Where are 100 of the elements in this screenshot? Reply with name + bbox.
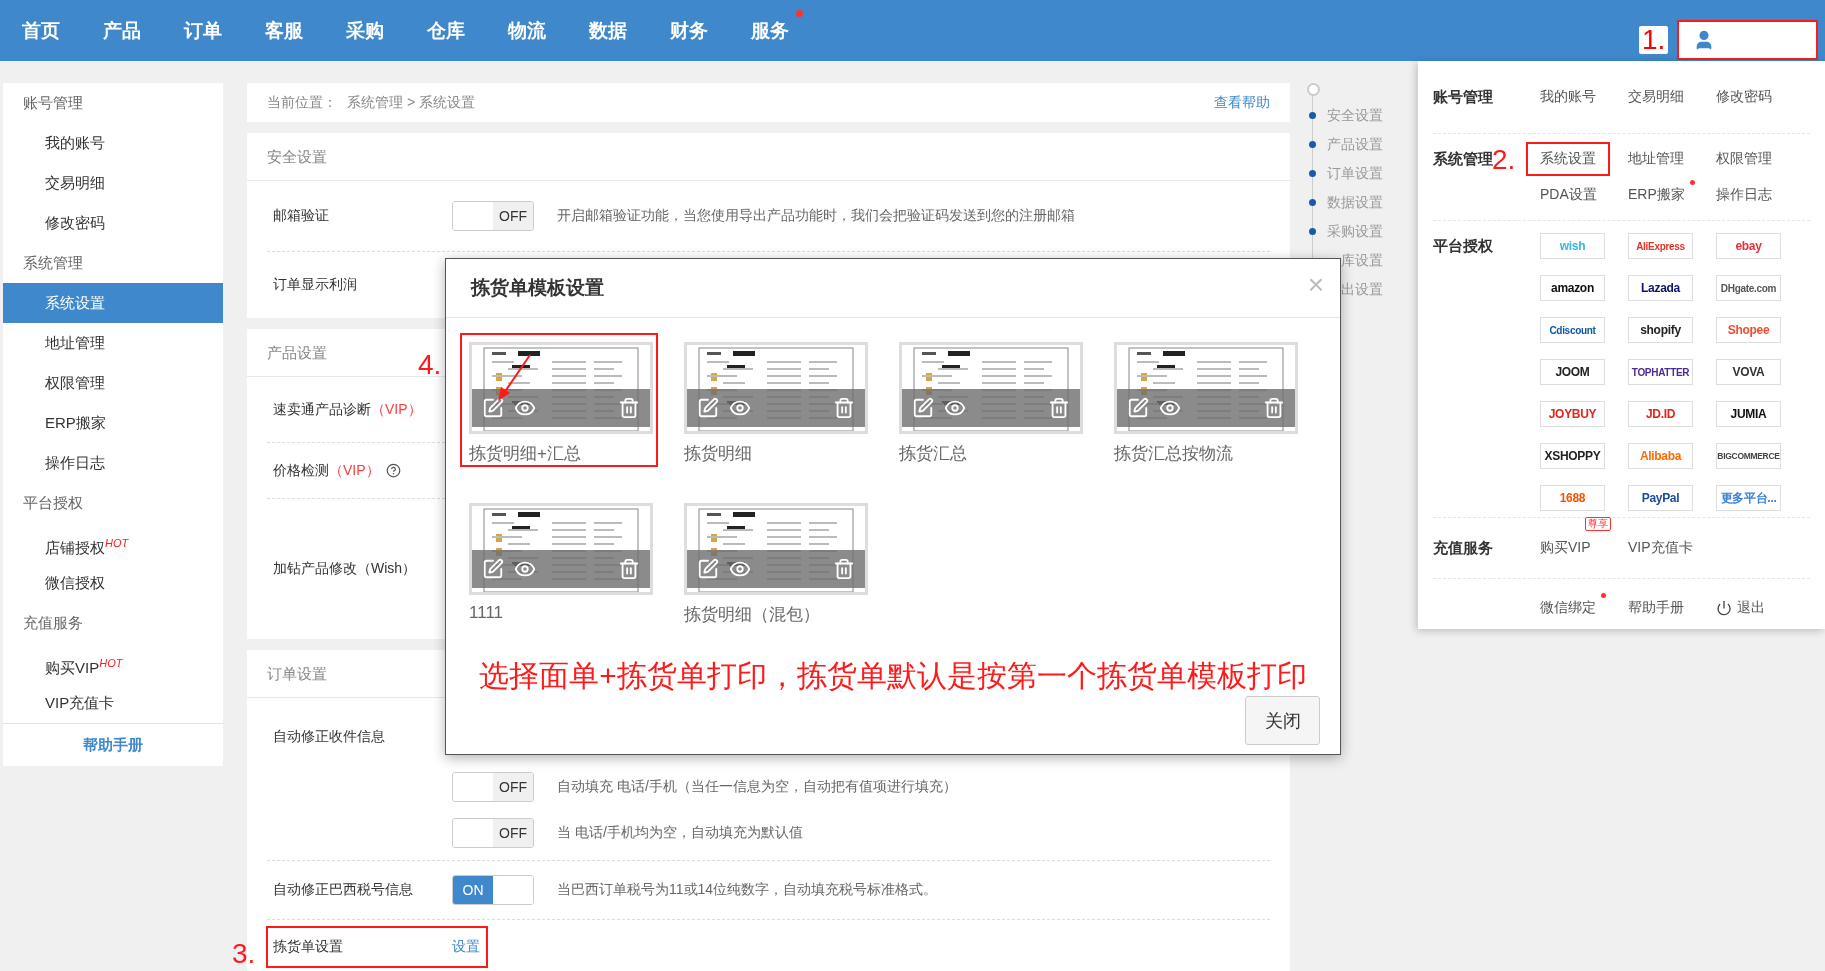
brand-logo[interactable]: Lazada bbox=[1628, 275, 1693, 301]
nav-item[interactable]: 采购 bbox=[346, 17, 384, 44]
sidebar-group-title: 充值服务 bbox=[22, 613, 84, 633]
sidebar-group-title: 平台授权 bbox=[22, 493, 84, 513]
brand-logo[interactable]: shopify bbox=[1628, 317, 1693, 343]
sidebar-item[interactable]: 权限管理 bbox=[3, 363, 223, 403]
brand-logo[interactable]: JOOM bbox=[1540, 359, 1605, 385]
nav-item[interactable]: 客服 bbox=[265, 17, 303, 44]
sidebar-item[interactable]: 店铺授权$^{HOT}$ bbox=[3, 523, 223, 563]
sidebar-item[interactable]: 交易明细 bbox=[3, 163, 223, 203]
toggle-switch[interactable]: OFF bbox=[452, 818, 534, 848]
template-name: 拣货明细（混包） bbox=[684, 604, 821, 626]
menu-item[interactable]: 我的账号 bbox=[1526, 80, 1610, 114]
edit-icon[interactable] bbox=[912, 397, 934, 419]
nav-item[interactable]: 仓库 bbox=[427, 17, 465, 44]
toggle-switch[interactable]: OFF bbox=[452, 772, 534, 802]
menu-item[interactable]: 购买VIP bbox=[1526, 531, 1605, 565]
trash-icon[interactable] bbox=[618, 558, 640, 580]
edit-icon[interactable] bbox=[1127, 397, 1149, 419]
edit-icon[interactable] bbox=[482, 397, 504, 419]
timeline-dot bbox=[1309, 199, 1316, 206]
brand-logo[interactable]: PayPal bbox=[1628, 485, 1693, 511]
trash-icon[interactable] bbox=[833, 558, 855, 580]
trash-icon[interactable] bbox=[833, 397, 855, 419]
setting-label: 速卖通产品诊断 bbox=[273, 400, 371, 419]
toggle-switch[interactable]: ON bbox=[452, 875, 534, 905]
brand-logo[interactable]: amazon bbox=[1540, 275, 1605, 301]
menu-group-label: 系统管理 bbox=[1433, 149, 1493, 169]
nav-item[interactable]: 订单 bbox=[184, 17, 222, 44]
sidebar-item[interactable]: 我的账号 bbox=[3, 123, 223, 163]
card-title: 安全设置 bbox=[247, 133, 1290, 181]
help-icon[interactable] bbox=[385, 463, 401, 478]
settings-link[interactable]: 设置 bbox=[452, 937, 480, 956]
nav-item[interactable]: 财务 bbox=[670, 17, 708, 44]
sidebar-item[interactable]: 微信授权 bbox=[3, 563, 223, 603]
nav-item[interactable]: 物流 bbox=[508, 17, 546, 44]
vip-tag: （VIP） bbox=[371, 400, 422, 419]
brand-logo[interactable]: ebay bbox=[1716, 233, 1781, 259]
nav-item[interactable]: 首页 bbox=[22, 17, 60, 44]
sidebar-item[interactable]: VIP充值卡 bbox=[3, 683, 223, 723]
brand-logo[interactable]: BIGCOMMERCE bbox=[1716, 443, 1781, 469]
sidebar-item[interactable]: 系统设置 bbox=[3, 283, 223, 323]
pointer-arrow bbox=[498, 354, 531, 401]
setting-description: 当 电话/手机均为空，自动填充为默认值 bbox=[557, 824, 803, 842]
brand-logo[interactable]: JOYBUY bbox=[1540, 401, 1605, 427]
setting-label: 拣货单设置 bbox=[273, 937, 344, 956]
edit-icon[interactable] bbox=[697, 397, 719, 419]
edit-icon[interactable] bbox=[482, 558, 504, 580]
brand-logo[interactable]: DHgate.com bbox=[1716, 275, 1781, 301]
sidebar-item[interactable]: 修改密码 bbox=[3, 203, 223, 243]
brand-logo[interactable]: 更多平台... bbox=[1716, 485, 1781, 511]
step-number: 3. bbox=[232, 939, 256, 968]
brand-logo[interactable]: VOVA bbox=[1716, 359, 1781, 385]
menu-item[interactable]: 操作日志 bbox=[1702, 178, 1786, 212]
brand-logo[interactable]: AliExpress bbox=[1628, 233, 1693, 259]
menu-item[interactable]: 交易明细 bbox=[1614, 80, 1698, 114]
nav-item[interactable]: 数据 bbox=[589, 17, 627, 44]
exclusive-badge: 尊享 bbox=[1584, 517, 1611, 531]
nav-item[interactable]: 服务 bbox=[751, 17, 789, 44]
trash-icon[interactable] bbox=[1263, 397, 1285, 419]
trash-icon[interactable] bbox=[618, 397, 640, 419]
setting-description: 开启邮箱验证功能，当您使用导出产品功能时，我们会把验证码发送到您的注册邮箱 bbox=[557, 207, 1075, 225]
setting-description: 当巴西订单税号为11或14位纯数字，自动填充税号标准格式。 bbox=[557, 881, 938, 899]
brand-logo[interactable]: TOPHATTER bbox=[1628, 359, 1693, 385]
edit-icon[interactable] bbox=[697, 558, 719, 580]
vip-tag: （VIP） bbox=[329, 461, 380, 480]
setting-label: 加钻产品修改（Wish） bbox=[273, 560, 418, 578]
nav-item[interactable]: 产品 bbox=[103, 17, 141, 44]
brand-logo[interactable]: JUMIA bbox=[1716, 401, 1781, 427]
step-number: 2. bbox=[1492, 146, 1516, 174]
setting-label: 自动修正收件信息 bbox=[273, 727, 386, 746]
brand-logo[interactable]: JD.ID bbox=[1628, 401, 1693, 427]
close-dialog-button[interactable]: 关闭 bbox=[1245, 696, 1320, 745]
menu-item[interactable]: 帮助手册 bbox=[1614, 591, 1698, 625]
template-name: 拣货明细 bbox=[684, 443, 753, 465]
sidebar-item[interactable]: ERP搬家 bbox=[3, 403, 223, 443]
menu-item[interactable]: 地址管理 bbox=[1614, 142, 1698, 176]
brand-logo[interactable]: Shopee bbox=[1716, 317, 1781, 343]
brand-logo[interactable]: XSHOPPY bbox=[1540, 443, 1605, 469]
menu-item[interactable]: 微信绑定 bbox=[1526, 591, 1610, 625]
menu-item[interactable]: ERP搬家 bbox=[1614, 178, 1699, 212]
sidebar-item[interactable]: 操作日志 bbox=[3, 443, 223, 483]
menu-item[interactable]: 修改密码 bbox=[1702, 80, 1786, 114]
sidebar-item[interactable]: 地址管理 bbox=[3, 323, 223, 363]
dialog-title: 拣货单模板设置 bbox=[471, 276, 604, 300]
menu-group-label: 账号管理 bbox=[1433, 87, 1493, 107]
help-link[interactable]: 查看帮助 bbox=[1214, 93, 1270, 112]
toggle-switch[interactable]: OFF bbox=[452, 201, 534, 231]
sidebar-item[interactable]: 购买VIP$^{HOT}$ bbox=[3, 643, 223, 683]
menu-item[interactable]: PDA设置 bbox=[1526, 178, 1611, 212]
logout-button[interactable]: 退出 bbox=[1716, 599, 1765, 617]
template-name: 1111 bbox=[469, 603, 505, 623]
menu-item[interactable]: VIP充值卡 bbox=[1614, 531, 1707, 565]
help-manual-link[interactable]: 帮助手册 bbox=[3, 723, 223, 766]
setting-description: 自动填充 电话/手机（当任一信息为空，自动把有值项进行填充） bbox=[557, 778, 957, 796]
menu-group-label: 充值服务 bbox=[1433, 538, 1493, 558]
trash-icon[interactable] bbox=[1048, 397, 1070, 419]
menu-item[interactable]: 权限管理 bbox=[1702, 142, 1786, 176]
brand-logo[interactable]: Cdiscount bbox=[1540, 317, 1605, 343]
timeline-dot bbox=[1309, 112, 1316, 119]
